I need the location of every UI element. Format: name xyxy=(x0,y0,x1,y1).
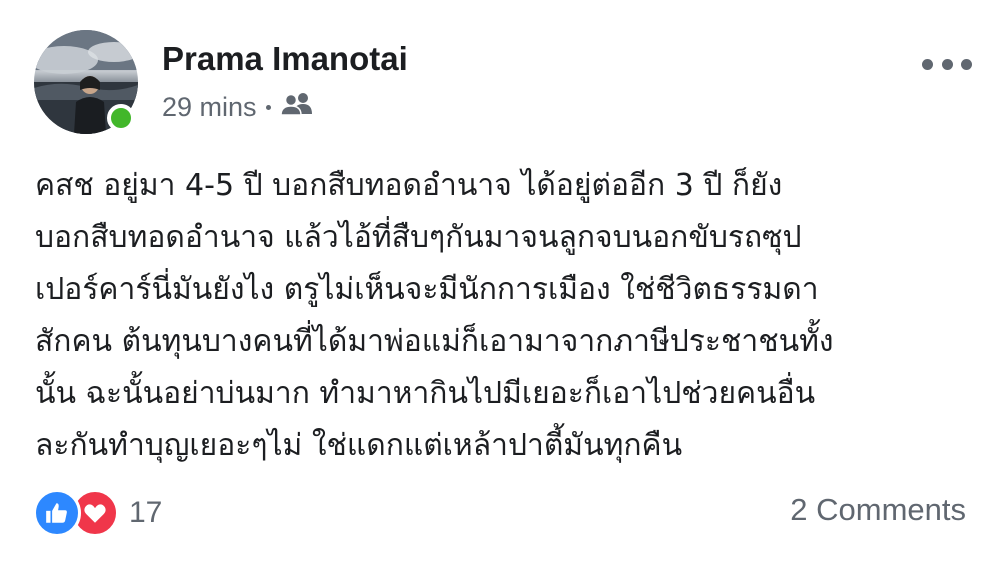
more-options-icon[interactable] xyxy=(922,52,972,76)
post-text-line: เปอร์คาร์นี่มันยังไง ตรูไม่เห็นจะมีนักกา… xyxy=(35,272,819,307)
post-text-line: บอกสืบทอดอำนาจ แล้วไอ้ที่สืบๆกันมาจนลูกจ… xyxy=(35,220,802,255)
reaction-count: 17 xyxy=(129,496,163,529)
more-dot xyxy=(961,58,972,70)
post-text-line: นั้น ฉะนั้นอย่าบ่นมาก ทำมาหากินไปมีเยอะก… xyxy=(35,376,816,411)
post-text-line: สักคน ต้นทุนบางคนที่ได้มาพ่อแม่ก็เอามาจา… xyxy=(35,324,834,359)
more-dot xyxy=(922,58,933,70)
author-avatar[interactable] xyxy=(34,30,138,134)
online-status-indicator xyxy=(107,104,135,132)
post-meta: 29 mins xyxy=(162,90,314,124)
comments-link[interactable]: 2 Comments xyxy=(790,492,966,528)
friends-icon[interactable] xyxy=(279,92,314,123)
post-text: คสช อยู่มา 4-5 ปี บอกสืบทอดอำนาจ ได้อยู่… xyxy=(35,160,975,472)
separator-dot xyxy=(265,104,271,110)
post-text-line: คสช อยู่มา 4-5 ปี บอกสืบทอดอำนาจ ได้อยู่… xyxy=(35,168,783,203)
post-text-line: ละกันทำบุญเยอะๆไม่ ใช่แดกแต่เหล้าปาตี้มั… xyxy=(35,428,683,463)
author-name[interactable]: Prama Imanotai xyxy=(162,40,408,78)
reactions-summary[interactable]: 17 xyxy=(33,489,163,537)
post-timestamp[interactable]: 29 mins xyxy=(162,92,257,123)
facebook-post: Prama Imanotai 29 mins คสช อยู่มา 4-5 ปี… xyxy=(0,0,1000,563)
more-dot xyxy=(941,58,953,70)
like-icon xyxy=(33,489,81,537)
